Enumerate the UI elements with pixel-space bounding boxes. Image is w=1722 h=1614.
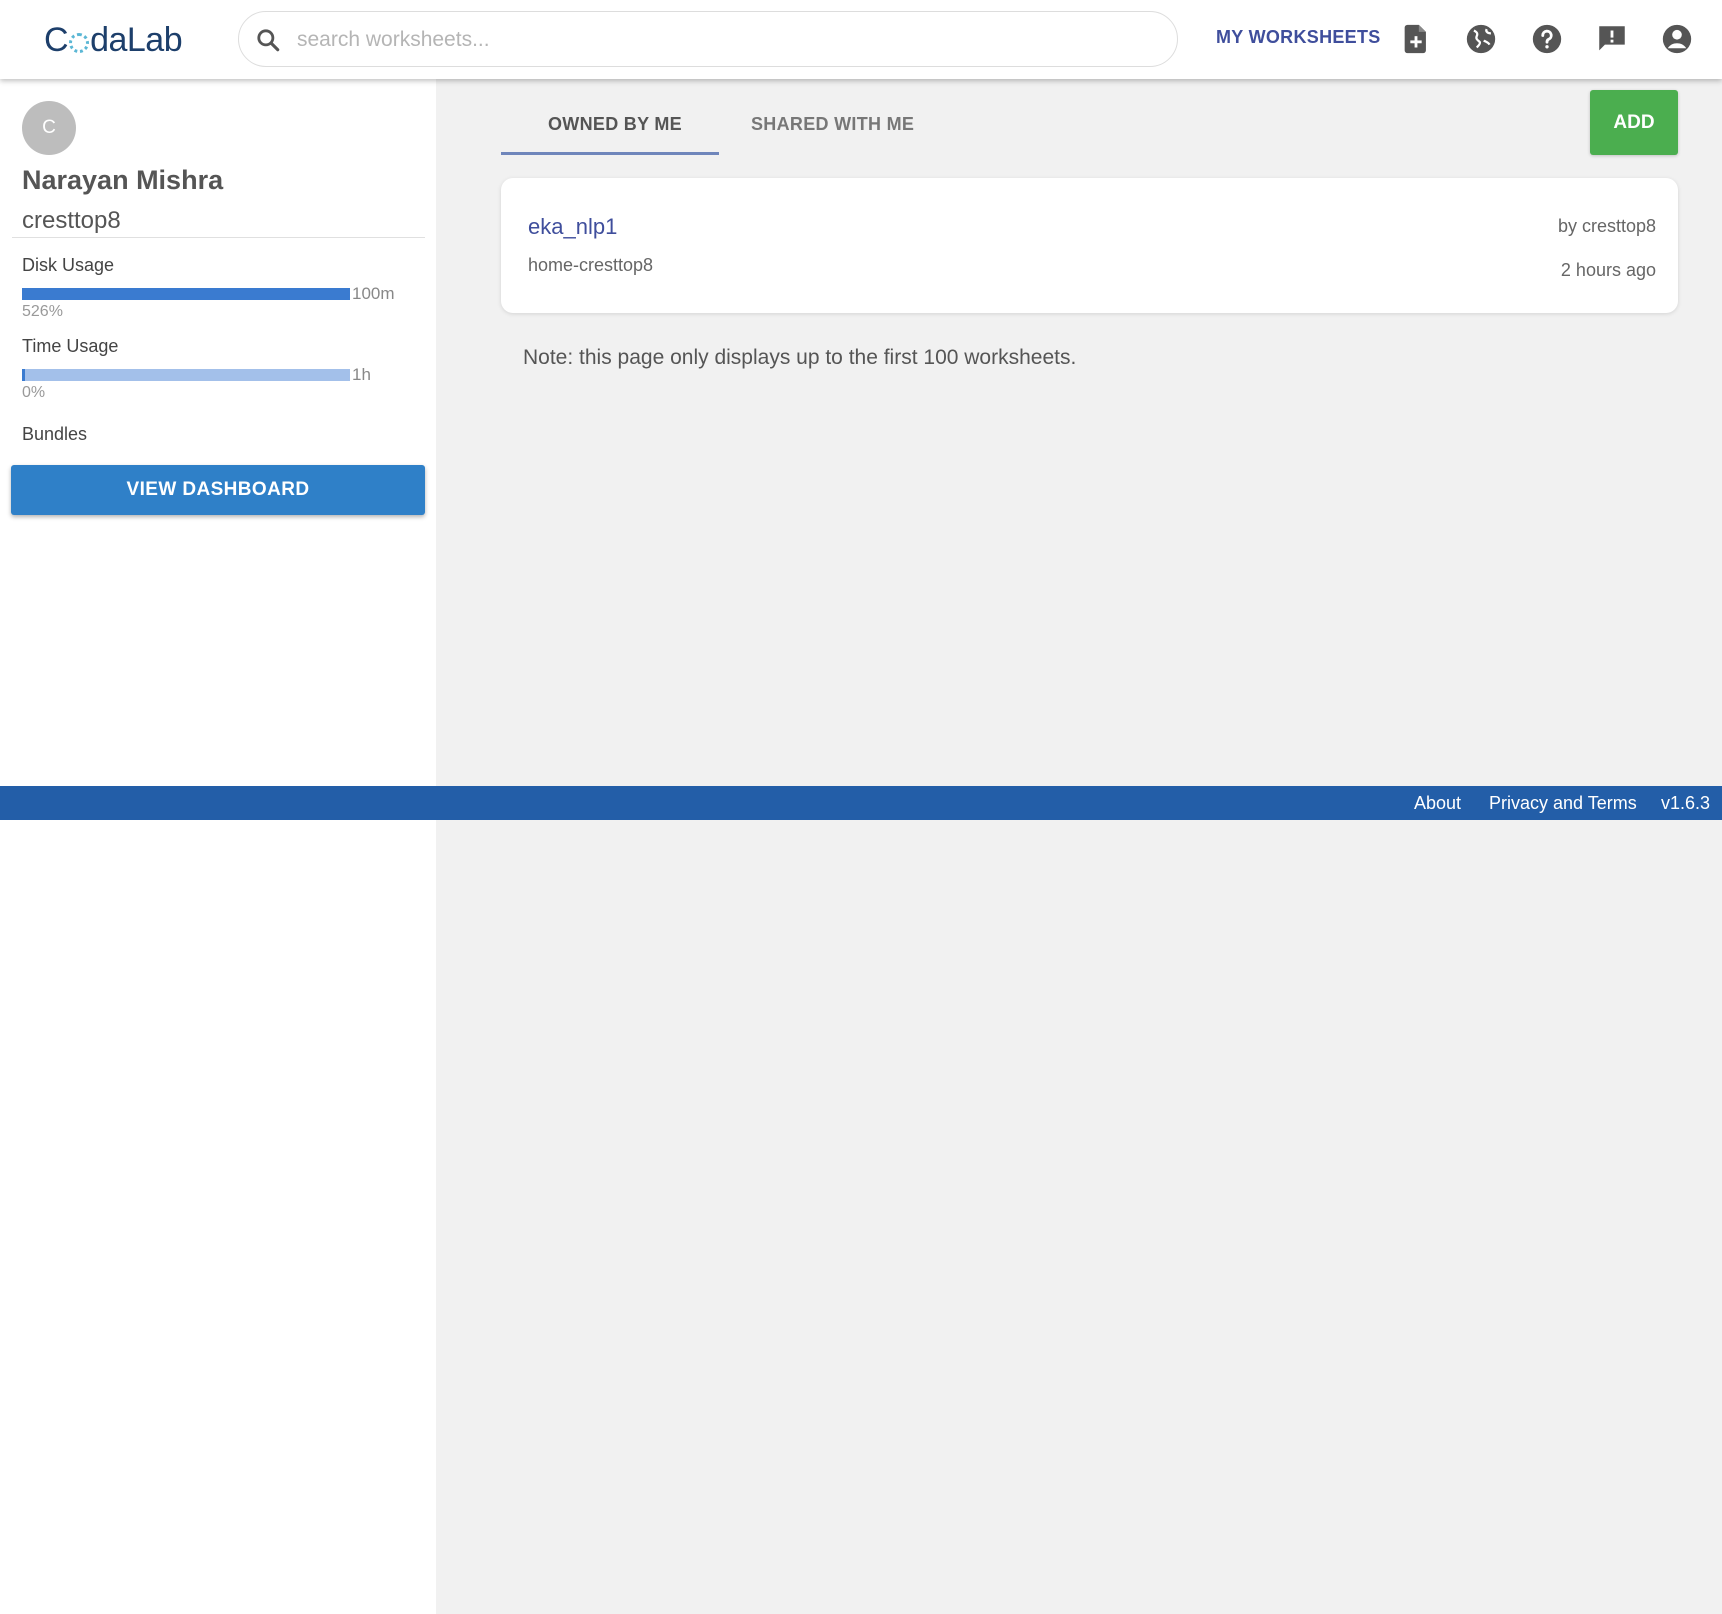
account-icon <box>1662 24 1692 54</box>
disk-usage-bar <box>22 288 350 300</box>
worksheet-modified-time: 2 hours ago <box>1560 260 1656 280</box>
codalab-logo[interactable]: CdaLab <box>44 18 183 62</box>
user-sidebar: C Narayan Mishra cresttop8 Disk Usage 10… <box>0 79 436 1614</box>
logo-o-icon <box>69 33 90 53</box>
gallery-button[interactable] <box>1464 22 1498 56</box>
worksheet-name: home-cresttop8 <box>528 255 654 275</box>
logo-text-start: C <box>44 20 69 59</box>
bundles-label: Bundles <box>22 424 88 444</box>
footer: About Privacy and Terms v1.6.3 <box>0 786 1722 820</box>
feedback-button[interactable] <box>1595 22 1629 56</box>
tab-shared-with-me[interactable]: SHARED WITH ME <box>751 114 914 135</box>
my-worksheets-link[interactable]: MY WORKSHEETS <box>1216 27 1381 48</box>
search-bar <box>238 11 1178 67</box>
tab-owned-by-me[interactable]: OWNED BY ME <box>548 114 682 135</box>
time-usage-label: Time Usage <box>22 336 119 356</box>
disk-usage-limit: 100m <box>352 284 395 303</box>
gallery-globe-icon <box>1466 24 1496 54</box>
feedback-icon <box>1599 26 1625 51</box>
time-usage-bar-fill <box>22 369 25 381</box>
worksheet-limit-note: Note: this page only displays up to the … <box>523 346 1077 369</box>
time-usage-bar <box>22 369 350 381</box>
avatar: C <box>22 101 76 155</box>
user-username: cresttop8 <box>22 207 121 234</box>
search-icon <box>257 29 280 52</box>
footer-version: v1.6.3 <box>1661 793 1711 813</box>
help-button[interactable] <box>1530 22 1564 56</box>
divider <box>12 237 425 238</box>
view-dashboard-button[interactable]: VIEW DASHBOARD <box>11 465 425 515</box>
worksheet-title[interactable]: eka_nlp1 <box>528 214 617 240</box>
user-full-name: Narayan Mishra <box>22 165 224 195</box>
new-worksheet-icon <box>1404 24 1426 54</box>
worksheet-card[interactable]: eka_nlp1 home-cresttop8 by cresttop8 2 h… <box>501 178 1678 313</box>
new-worksheet-button[interactable] <box>1399 22 1433 56</box>
time-usage-percent: 0% <box>22 384 46 401</box>
disk-usage-bar-fill <box>22 288 350 300</box>
disk-usage-label: Disk Usage <box>22 255 115 275</box>
footer-privacy-link[interactable]: Privacy and Terms <box>1489 793 1637 814</box>
time-usage-limit: 1h <box>352 365 371 384</box>
account-button[interactable] <box>1660 22 1694 56</box>
disk-usage-percent: 526% <box>22 303 63 320</box>
search-input[interactable] <box>295 20 1159 60</box>
help-icon <box>1532 24 1562 54</box>
logo-text-end: daLab <box>90 20 183 59</box>
top-navbar: CdaLab MY WORKSHEETS <box>0 0 1722 79</box>
worksheet-owner: by cresttop8 <box>1557 216 1656 236</box>
add-worksheet-button[interactable]: ADD <box>1590 90 1678 155</box>
active-tab-indicator <box>501 152 719 155</box>
footer-about-link[interactable]: About <box>1414 793 1461 814</box>
